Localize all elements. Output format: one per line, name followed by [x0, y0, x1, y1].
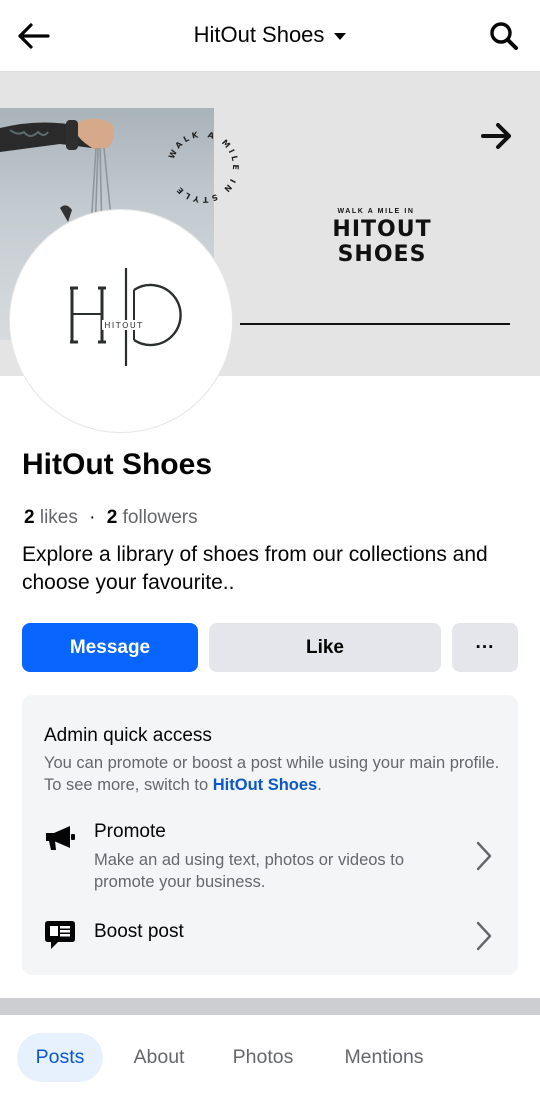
boost-post-title: Boost post	[94, 921, 184, 942]
stats-separator: ·	[89, 507, 96, 528]
profile-avatar[interactable]: HITOUT	[10, 210, 232, 432]
cover-arrow-icon[interactable]	[480, 122, 512, 155]
page-title: HitOut Shoes	[193, 22, 325, 47]
more-options-button[interactable]: ···	[452, 623, 518, 672]
tab-posts[interactable]: Posts	[17, 1033, 103, 1082]
profile-name: HitOut Shoes	[22, 448, 213, 481]
cover-tagline: WALK A MILE IN	[337, 208, 415, 215]
section-divider	[0, 998, 540, 1015]
tab-about[interactable]: About	[120, 1033, 198, 1082]
boost-post-icon	[44, 919, 76, 956]
cover-brand-line1: HITOUT	[332, 217, 432, 242]
followers-count: 2	[106, 507, 118, 528]
page-switcher[interactable]: HitOut Shoes	[0, 22, 540, 48]
stamp-logo: WALK A MILE IN STYLE	[160, 124, 246, 215]
promote-row[interactable]: Promote Make an ad using text, photos or…	[22, 817, 518, 897]
search-icon[interactable]	[486, 18, 522, 54]
profile-description: Explore a library of shoes from our coll…	[22, 543, 488, 594]
promote-subtitle: Make an ad using text, photos or videos …	[94, 851, 405, 891]
admin-quick-access-card: Admin quick access You can promote or bo…	[22, 695, 518, 975]
tab-mentions[interactable]: Mentions	[330, 1033, 438, 1082]
stamp-text: WALK A MILE IN STYLE	[167, 130, 237, 204]
avatar-logo-text: HITOUT	[104, 321, 143, 330]
cover-divider-line	[240, 323, 510, 325]
likes-count: 2	[24, 507, 35, 528]
chevron-right-icon	[476, 841, 492, 876]
svg-text:WALK A MILE IN STYLE: WALK A MILE IN STYLE	[167, 130, 240, 204]
likes-label[interactable]: likes	[40, 507, 78, 528]
switch-profile-link[interactable]: HitOut Shoes	[213, 776, 318, 794]
admin-subtitle-end: .	[317, 776, 322, 794]
profile-tabs: Posts About Photos Mentions	[0, 1015, 540, 1096]
message-button[interactable]: Message	[22, 623, 198, 672]
tab-photos[interactable]: Photos	[220, 1033, 306, 1082]
megaphone-icon	[44, 825, 76, 856]
admin-title: Admin quick access	[44, 725, 212, 746]
top-bar: HitOut Shoes	[0, 0, 540, 72]
chevron-right-icon	[476, 921, 492, 956]
followers-label[interactable]: followers	[123, 507, 198, 528]
caret-down-icon	[334, 32, 347, 40]
promote-title: Promote	[94, 821, 166, 842]
like-button[interactable]: Like	[209, 623, 441, 672]
cover-brand-line2: SHOES	[337, 242, 427, 267]
cover-brand: HITOUT SHOES	[300, 217, 464, 267]
profile-stats: 2 likes · 2 followers	[24, 507, 198, 529]
admin-subtitle: You can promote or boost a post while us…	[44, 752, 504, 796]
boost-post-row[interactable]: Boost post	[22, 917, 518, 959]
